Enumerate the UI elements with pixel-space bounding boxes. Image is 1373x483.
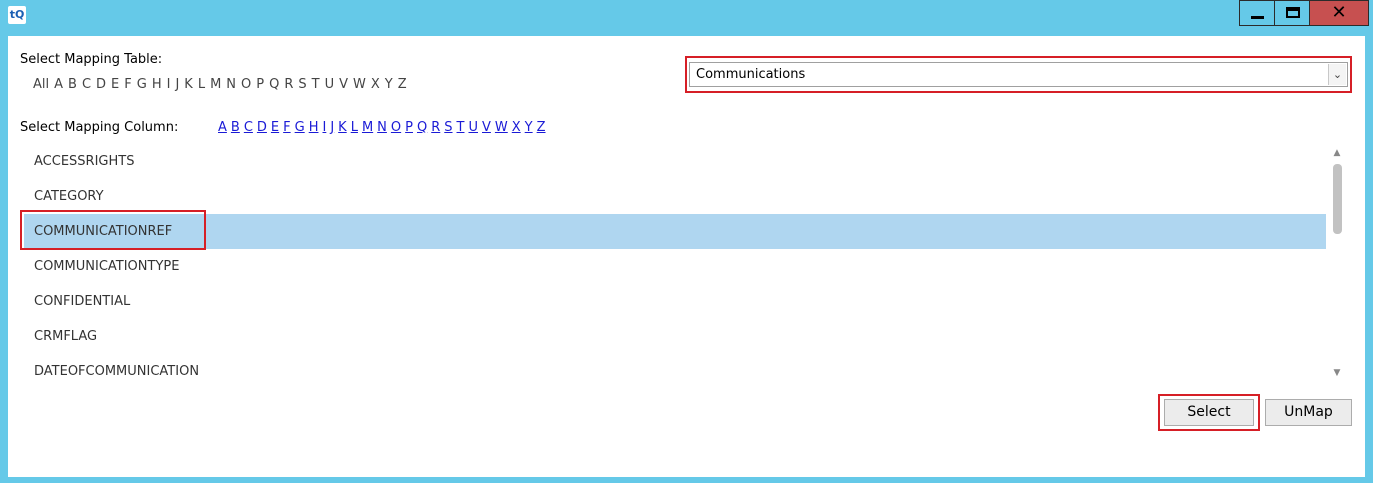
table-filter-letter[interactable]: K [184,77,193,92]
mapping-table-dropdown[interactable]: Communications ⌄ [689,62,1348,87]
table-filter-letter[interactable]: V [339,77,348,92]
close-button[interactable]: ✕ [1309,0,1369,26]
table-filter-letter[interactable]: I [167,77,171,92]
mapping-column-list[interactable]: ACCESSRIGHTS CATEGORY COMMUNICATIONREF COMM… [24,144,1326,382]
table-filter-letter[interactable]: W [353,77,366,92]
column-filter-link[interactable]: L [351,120,358,135]
table-filter-letter[interactable]: R [284,77,293,92]
column-filter-link[interactable]: F [283,120,290,135]
column-filter-link[interactable]: T [457,120,465,135]
list-item[interactable]: COMMUNICATIONREF [24,214,1326,249]
scrollbar-thumb[interactable] [1333,164,1342,234]
list-item[interactable]: CATEGORY [24,179,1326,214]
table-letter-filter: All A B C D E F G H I J K L M N O P Q R S T U V W X Y Z [33,77,412,92]
unmap-button[interactable]: UnMap [1265,399,1352,426]
column-filter-link[interactable]: D [257,120,267,135]
dialog-content: Select Mapping Table: All A B C D E F G H I J K L M N O… [8,36,1365,477]
table-filter-letter[interactable]: T [312,77,320,92]
column-filter-link[interactable]: P [405,120,413,135]
column-filter-link[interactable]: C [244,120,253,135]
list-item[interactable]: CONFIDENTIAL [24,284,1326,319]
mapping-column-label: Select Mapping Column: [20,120,179,135]
column-filter-link[interactable]: X [512,120,521,135]
table-filter-letter[interactable]: C [82,77,91,92]
table-filter-letter[interactable]: U [325,77,335,92]
column-filter-link[interactable]: O [391,120,401,135]
table-filter-letter[interactable]: G [137,77,147,92]
select-button[interactable]: Select [1164,399,1254,426]
column-filter-link[interactable]: J [330,120,334,135]
column-filter-link[interactable]: Y [525,120,533,135]
column-filter-link[interactable]: H [309,120,319,135]
title-bar: tQ ✕ [0,0,1373,32]
table-filter-letter[interactable]: Q [269,77,279,92]
chevron-down-icon[interactable]: ⌄ [1328,64,1346,85]
column-filter-link[interactable]: Z [537,120,546,135]
table-filter-letter[interactable]: All [33,77,49,92]
column-filter-link[interactable]: N [377,120,387,135]
minimize-icon [1251,16,1264,19]
column-filter-link[interactable]: S [444,120,452,135]
table-filter-letter[interactable]: X [371,77,380,92]
column-filter-link[interactable]: B [231,120,240,135]
maximize-button[interactable] [1274,0,1310,26]
column-filter-link[interactable]: W [495,120,508,135]
table-filter-letter[interactable]: O [241,77,251,92]
app-logo-icon: tQ [8,6,26,24]
table-filter-letter[interactable]: E [111,77,119,92]
mapping-table-label: Select Mapping Table: [20,52,163,67]
scroll-up-icon[interactable]: ▲ [1330,148,1344,158]
column-filter-link[interactable]: Q [417,120,427,135]
table-filter-letter[interactable]: F [124,77,131,92]
table-filter-letter[interactable]: Z [398,77,407,92]
table-filter-letter[interactable]: A [54,77,63,92]
table-filter-letter[interactable]: S [298,77,306,92]
maximize-icon [1286,7,1300,18]
close-icon: ✕ [1331,2,1347,23]
table-filter-letter[interactable]: L [198,77,205,92]
column-filter-link[interactable]: M [362,120,373,135]
selected-table-value: Communications [696,67,806,82]
column-letter-filter: ABCDEFGHIJKLMNOPQRSTUVWXYZ [218,120,550,135]
list-item[interactable]: CRMFLAG [24,319,1326,354]
table-filter-letter[interactable]: H [152,77,162,92]
column-filter-link[interactable]: K [338,120,347,135]
table-filter-letter[interactable]: Y [385,77,393,92]
table-filter-letter[interactable]: B [68,77,77,92]
scroll-down-icon[interactable]: ▼ [1330,368,1344,378]
table-filter-letter[interactable]: D [96,77,106,92]
table-filter-letter[interactable]: P [256,77,264,92]
column-filter-link[interactable]: V [482,120,491,135]
table-filter-letter[interactable]: N [226,77,236,92]
column-filter-link[interactable]: R [431,120,440,135]
column-filter-link[interactable]: U [468,120,478,135]
list-item[interactable]: COMMUNICATIONTYPE [24,249,1326,284]
column-filter-link[interactable]: E [271,120,279,135]
list-item[interactable]: DATEOFCOMMUNICATION [24,354,1326,382]
list-item[interactable]: ACCESSRIGHTS [24,144,1326,179]
column-filter-link[interactable]: A [218,120,227,135]
table-filter-letter[interactable]: J [175,77,179,92]
column-filter-link[interactable]: G [295,120,305,135]
minimize-button[interactable] [1239,0,1275,26]
highlight-outline-selected-column [20,210,206,250]
table-filter-letter[interactable]: M [210,77,221,92]
column-filter-link[interactable]: I [322,120,326,135]
